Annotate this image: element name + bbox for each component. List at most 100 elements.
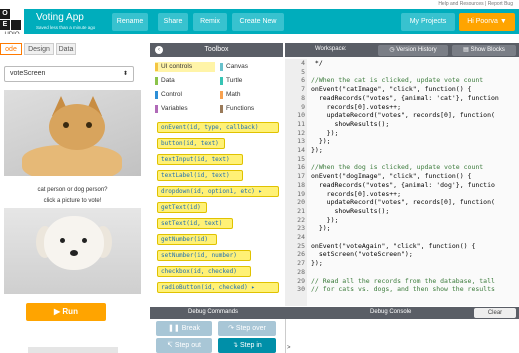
help-link[interactable]: Help and Resources | Report Bug <box>438 0 513 9</box>
dog-nose-shape <box>70 250 78 256</box>
block-dropdown[interactable]: dropdown(id, option1, etc) ▸ <box>157 186 279 197</box>
toolbox-header: ‹ Toolbox <box>150 43 283 57</box>
step-out-button[interactable]: ↸ Step out <box>156 338 212 353</box>
step-in-button[interactable]: ↴ Step in <box>218 338 276 353</box>
console-prompt: > <box>287 345 291 351</box>
category-label: UI controls <box>161 63 193 70</box>
category-swatch <box>155 105 158 113</box>
code-line: }); <box>311 137 331 146</box>
show-blocks-button[interactable]: ▤ Show Blocks <box>452 45 516 56</box>
line-number: 16 <box>297 163 305 172</box>
rename-button[interactable]: Rename <box>112 13 148 31</box>
line-number: 25 <box>297 241 305 250</box>
code-line: showResults(); <box>311 206 390 215</box>
pause-icon: ❚❚ <box>168 325 182 332</box>
category-swatch <box>155 63 158 71</box>
collapse-toolbox-icon[interactable]: ‹ <box>155 46 163 54</box>
play-icon: ▶ <box>54 307 61 316</box>
version-history-button[interactable]: ◷ Version History <box>378 45 448 56</box>
toolbox-title: Toolbox <box>204 46 229 53</box>
line-number: 21 <box>297 206 305 215</box>
code-line: onEvent("catImage", "click", function() … <box>311 85 472 94</box>
block-gettext[interactable]: getText(id) <box>157 202 207 213</box>
line-number: 10 <box>297 111 305 120</box>
block-onevent[interactable]: onEvent(id, type, callback) <box>157 122 279 133</box>
code-line: }); <box>311 128 339 137</box>
block-radiobutton[interactable]: radioButton(id, checked) ▸ <box>157 282 279 293</box>
code-line: setScreen("voteScreen"); <box>311 250 413 259</box>
code-line: showResults(); <box>311 119 390 128</box>
category-variables[interactable]: Variables <box>155 104 215 114</box>
category-control[interactable]: Control <box>155 90 215 100</box>
category-turtle[interactable]: Turtle <box>220 76 280 86</box>
code-line: //When the cat is clicked, update vote c… <box>311 76 484 85</box>
category-ui-controls[interactable]: UI controls <box>155 62 215 72</box>
category-swatch <box>220 77 223 85</box>
logo-cell <box>11 20 21 30</box>
cat-head-shape <box>49 104 105 150</box>
code-line: records[0].votes++; <box>311 102 402 111</box>
step-over-label: Step over <box>235 325 266 332</box>
block-textlabel[interactable]: textLabel(id, text) <box>157 170 243 181</box>
block-textinput[interactable]: textInput(id, text) <box>157 154 243 165</box>
block-settext[interactable]: setText(id, text) <box>157 218 233 229</box>
user-menu-button[interactable]: Hi Poorva ▼ <box>459 13 515 31</box>
code-line: //When the dog is clicked, update vote c… <box>311 163 484 172</box>
line-number: 30 <box>297 285 305 294</box>
dog-head-shape <box>44 216 104 270</box>
block-checkbox[interactable]: checkbox(id, checked) <box>157 266 251 277</box>
category-functions[interactable]: Functions <box>220 104 280 114</box>
my-projects-button[interactable]: My Projects <box>401 13 455 31</box>
category-canvas[interactable]: Canvas <box>220 62 280 72</box>
code-line: }); <box>311 215 339 224</box>
line-number: 14 <box>297 146 305 154</box>
screen-selector-value: voteScreen <box>10 70 46 77</box>
category-label: Variables <box>161 105 188 112</box>
category-swatch <box>220 105 223 113</box>
app-title: Voting App <box>36 12 84 23</box>
code-line: }); <box>311 146 323 154</box>
break-button[interactable]: ❚❚ Break <box>156 321 212 336</box>
cat-image[interactable] <box>4 90 141 176</box>
cat-eye-shape <box>86 122 92 128</box>
clear-console-button[interactable]: Clear <box>474 308 516 318</box>
block-getnumber[interactable]: getNumber(id) <box>157 234 217 245</box>
line-number: 27 <box>297 259 305 268</box>
step-in-icon: ↴ <box>232 342 240 349</box>
line-number: 15 <box>297 154 305 163</box>
debug-console[interactable] <box>285 319 519 353</box>
code-line: updateRecord("votes", records[0], functi… <box>311 198 495 207</box>
show-blocks-label: Show Blocks <box>470 47 505 53</box>
category-label: Data <box>161 77 175 84</box>
run-button[interactable]: ▶ Run <box>26 303 106 321</box>
line-number: 26 <box>297 250 305 259</box>
line-number: 23 <box>297 224 305 233</box>
saved-status: Saved less than a minute ago <box>36 25 96 30</box>
dog-image[interactable] <box>4 208 141 294</box>
tab-data[interactable]: Data <box>56 43 76 55</box>
remix-button[interactable]: Remix <box>193 13 227 31</box>
step-over-button[interactable]: ↷ Step over <box>218 321 276 336</box>
line-number: 5 <box>301 67 305 76</box>
code-line: updateRecord("votes", records[0], functi… <box>311 111 495 120</box>
line-number: 28 <box>297 267 305 276</box>
category-data[interactable]: Data <box>155 76 215 86</box>
block-button[interactable]: button(id, text) <box>157 138 225 149</box>
line-number: 17 <box>297 172 305 181</box>
tab-design[interactable]: Design <box>24 43 54 55</box>
screen-selector[interactable]: voteScreen ⬍ <box>4 66 134 82</box>
debug-commands-label: Debug Commands <box>188 309 239 315</box>
block-setnumber[interactable]: setNumber(id, number) <box>157 250 251 261</box>
category-math[interactable]: Math <box>220 90 280 100</box>
line-number: 18 <box>297 180 305 189</box>
tab-code[interactable]: ode <box>0 43 22 55</box>
category-swatch <box>220 63 223 71</box>
create-new-button[interactable]: Create New <box>232 13 284 31</box>
code-line: readRecords("votes", {animal: 'dog'}, fu… <box>311 180 495 189</box>
code-line: records[0].votes++; <box>311 189 402 198</box>
step-in-label: Step in <box>240 342 262 349</box>
run-label: Run <box>62 307 78 316</box>
share-button[interactable]: Share <box>158 13 188 31</box>
logo-cell: E <box>0 20 10 30</box>
break-label: Break <box>181 325 200 332</box>
